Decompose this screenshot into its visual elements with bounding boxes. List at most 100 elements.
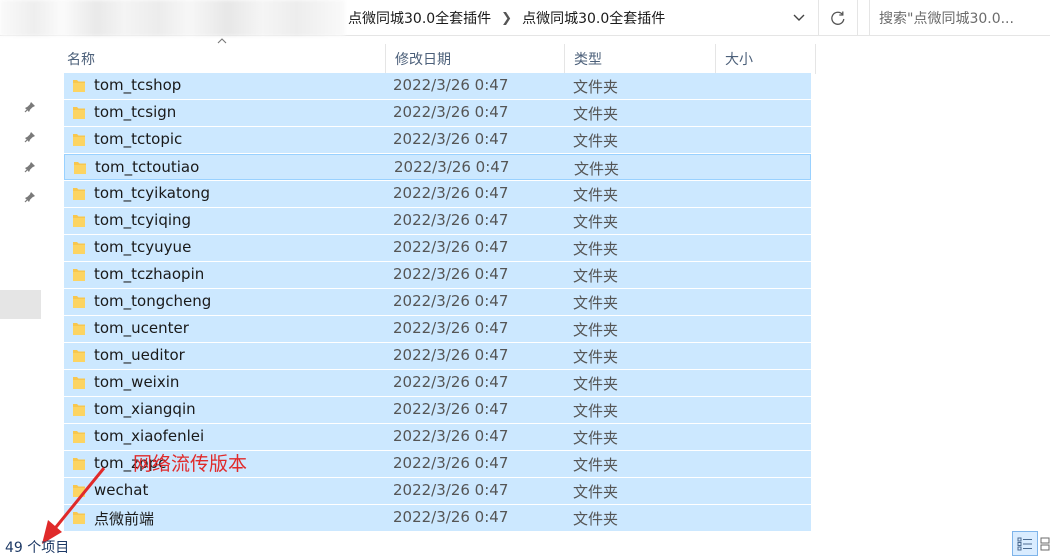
file-date: 2022/3/26 0:47 xyxy=(393,76,509,94)
folder-icon xyxy=(73,404,85,416)
pin-icon[interactable] xyxy=(22,159,38,175)
file-type: 文件夹 xyxy=(573,267,619,285)
folder-icon xyxy=(73,269,85,281)
column-header-size[interactable]: 大小 xyxy=(716,44,816,74)
file-type: 文件夹 xyxy=(573,456,619,474)
file-name: tom_tcyikatong xyxy=(94,184,211,202)
nav-item-selected[interactable] xyxy=(0,290,41,319)
address-dropdown-button[interactable] xyxy=(785,4,813,32)
file-name: tom_tcsign xyxy=(94,103,177,121)
folder-icon xyxy=(73,323,85,335)
details-view-icon xyxy=(1017,537,1032,550)
file-date: 2022/3/26 0:47 xyxy=(393,346,509,364)
file-date: 2022/3/26 0:47 xyxy=(394,158,510,176)
breadcrumb-item-1[interactable]: 点微同城30.0全套插件 xyxy=(348,8,491,28)
search-placeholder: 搜索"点微同城30.0... xyxy=(879,11,1014,27)
file-date: 2022/3/26 0:47 xyxy=(393,184,509,202)
file-date: 2022/3/26 0:47 xyxy=(393,400,509,418)
folder-icon xyxy=(73,377,85,389)
status-item-count: 49 个项目 xyxy=(5,540,70,556)
file-row[interactable]: tom_xiaofenlei 2022/3/26 0:47 文件夹 xyxy=(64,424,811,450)
sort-ascending-icon xyxy=(217,38,227,44)
column-header-date[interactable]: 修改日期 xyxy=(386,44,565,74)
file-row[interactable]: tom_tcyiqing 2022/3/26 0:47 文件夹 xyxy=(64,208,811,234)
file-name: tom_tctoutiao xyxy=(95,158,200,176)
folder-icon xyxy=(74,162,86,174)
file-name: tom_ucenter xyxy=(94,319,189,337)
file-date: 2022/3/26 0:47 xyxy=(393,292,509,310)
column-header: 名称 修改日期 类型 大小 xyxy=(58,38,816,74)
file-date: 2022/3/26 0:47 xyxy=(393,508,509,526)
file-date: 2022/3/26 0:47 xyxy=(393,481,509,499)
file-row[interactable]: tom_tctopic 2022/3/26 0:47 文件夹 xyxy=(64,127,811,153)
column-header-name[interactable]: 名称 xyxy=(58,38,386,74)
column-label-date: 修改日期 xyxy=(395,52,451,68)
file-date: 2022/3/26 0:47 xyxy=(393,211,509,229)
file-row[interactable]: tom_tcyikatong 2022/3/26 0:47 文件夹 xyxy=(64,181,811,207)
red-arrow-annotation xyxy=(42,467,106,544)
folder-icon xyxy=(73,134,85,146)
file-name: tom_ueditor xyxy=(94,346,185,364)
file-type: 文件夹 xyxy=(573,510,619,528)
file-row[interactable]: tom_tczhaopin 2022/3/26 0:47 文件夹 xyxy=(64,262,811,288)
blurred-breadcrumb-region xyxy=(0,0,345,36)
file-row[interactable]: tom_tongcheng 2022/3/26 0:47 文件夹 xyxy=(64,289,811,315)
folder-icon xyxy=(73,107,85,119)
file-row[interactable]: tom_tcsign 2022/3/26 0:47 文件夹 xyxy=(64,100,811,126)
file-type: 文件夹 xyxy=(573,375,619,393)
file-type: 文件夹 xyxy=(573,132,619,150)
folder-icon xyxy=(73,296,85,308)
file-date: 2022/3/26 0:47 xyxy=(393,130,509,148)
large-icons-view-button[interactable] xyxy=(1040,531,1050,556)
address-bar-area: 点微同城30.0全套插件 ❯ 点微同城30.0全套插件 搜索"点微同城30.0.… xyxy=(0,0,1050,36)
file-type: 文件夹 xyxy=(573,105,619,123)
file-name: tom_tcyiqing xyxy=(94,211,192,229)
chevron-down-icon xyxy=(793,14,805,21)
folder-icon xyxy=(73,242,85,254)
refresh-icon xyxy=(831,11,845,25)
file-name: tom_tczhaopin xyxy=(94,265,205,283)
file-row[interactable]: 点微前端 2022/3/26 0:47 文件夹 xyxy=(64,505,811,531)
column-label-type: 类型 xyxy=(574,52,602,68)
file-date: 2022/3/26 0:47 xyxy=(393,454,509,472)
chevron-right-icon[interactable]: ❯ xyxy=(501,11,512,26)
pin-icon[interactable] xyxy=(22,189,38,205)
file-row[interactable]: tom_xiangqin 2022/3/26 0:47 文件夹 xyxy=(64,397,811,423)
file-date: 2022/3/26 0:47 xyxy=(393,427,509,445)
file-type: 文件夹 xyxy=(573,294,619,312)
file-row[interactable]: tom_weixin 2022/3/26 0:47 文件夹 xyxy=(64,370,811,396)
file-row[interactable]: tom_tcyuyue 2022/3/26 0:47 文件夹 xyxy=(64,235,811,261)
pin-icon[interactable] xyxy=(22,99,38,115)
view-toggle xyxy=(1012,531,1050,556)
column-header-type[interactable]: 类型 xyxy=(565,44,716,74)
file-name: tom_xiangqin xyxy=(94,400,196,418)
file-name: tom_tcyuyue xyxy=(94,238,192,256)
file-name: tom_tctopic xyxy=(94,130,183,148)
file-type: 文件夹 xyxy=(573,213,619,231)
file-row[interactable]: tom_tcshop 2022/3/26 0:47 文件夹 xyxy=(64,73,811,99)
file-type: 文件夹 xyxy=(573,348,619,366)
file-type: 文件夹 xyxy=(573,429,619,447)
file-date: 2022/3/26 0:47 xyxy=(393,265,509,283)
refresh-button[interactable] xyxy=(818,0,858,36)
file-row[interactable]: tom_tctoutiao 2022/3/26 0:47 文件夹 xyxy=(64,154,811,180)
details-view-button[interactable] xyxy=(1012,531,1038,556)
file-date: 2022/3/26 0:47 xyxy=(393,238,509,256)
file-type: 文件夹 xyxy=(574,160,620,178)
breadcrumb-item-2[interactable]: 点微同城30.0全套插件 xyxy=(522,8,665,28)
file-type: 文件夹 xyxy=(573,240,619,258)
file-date: 2022/3/26 0:47 xyxy=(393,103,509,121)
breadcrumb: 点微同城30.0全套插件 ❯ 点微同城30.0全套插件 xyxy=(348,7,665,29)
search-input[interactable]: 搜索"点微同城30.0... xyxy=(869,0,1050,36)
file-row[interactable]: tom_ueditor 2022/3/26 0:47 文件夹 xyxy=(64,343,811,369)
pin-icon[interactable] xyxy=(22,129,38,145)
folder-icon xyxy=(73,350,85,362)
folder-icon xyxy=(73,215,85,227)
file-row[interactable]: wechat 2022/3/26 0:47 文件夹 xyxy=(64,478,811,504)
file-date: 2022/3/26 0:47 xyxy=(393,319,509,337)
large-icons-view-icon xyxy=(1040,537,1050,550)
file-row[interactable]: tom_ucenter 2022/3/26 0:47 文件夹 xyxy=(64,316,811,342)
folder-icon xyxy=(73,431,85,443)
file-type: 文件夹 xyxy=(573,402,619,420)
file-date: 2022/3/26 0:47 xyxy=(393,373,509,391)
